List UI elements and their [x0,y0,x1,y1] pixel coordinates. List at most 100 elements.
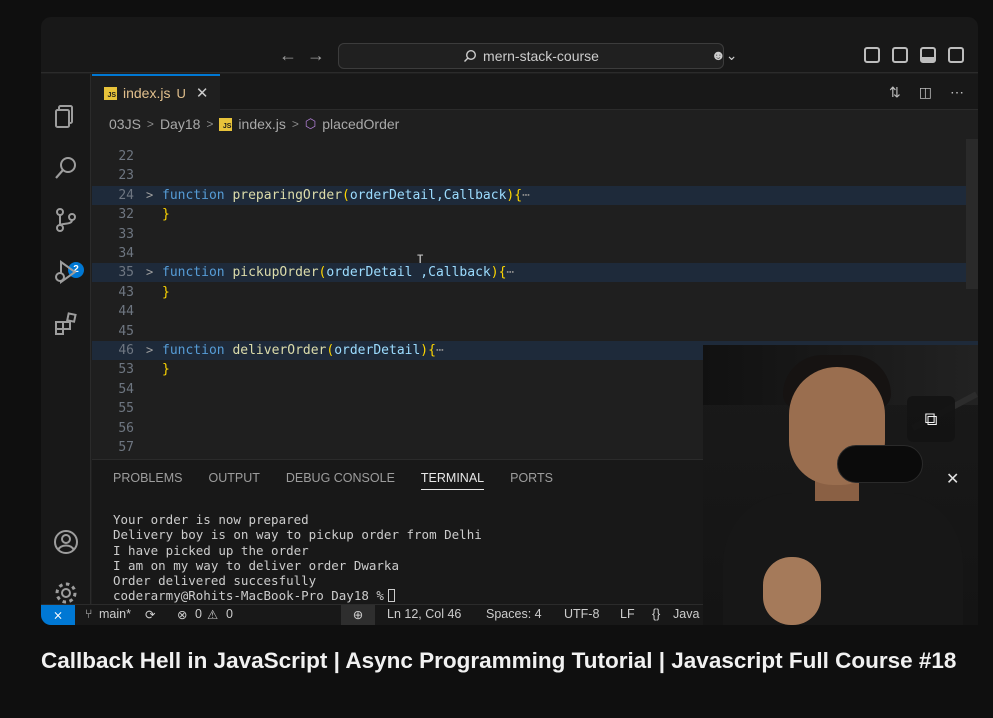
command-center-search[interactable]: mern-stack-course [338,43,724,69]
workspace-name: mern-stack-course [483,48,599,64]
fold-chevron-icon[interactable]: > [146,186,153,205]
code-line[interactable]: 23 [92,166,978,185]
layout-customize-icon[interactable] [864,47,880,63]
close-icon[interactable]: ✕ [196,84,209,102]
terminal-output[interactable]: Your order is now prepared Delivery boy i… [113,512,482,604]
terminal-line: Delivery boy is on way to pickup order f… [113,527,482,543]
code-line[interactable]: 34 [92,244,978,263]
settings-gear-icon[interactable] [53,580,79,606]
git-branch[interactable]: main* [99,607,131,621]
braces-icon: {} [652,607,661,621]
warning-icon: ⚠ [207,608,219,622]
terminal-cursor [387,589,395,603]
chevron-right-icon: > [146,117,154,131]
symbol-method-icon: ⬡ [304,116,317,131]
tab-terminal[interactable]: TERMINAL [420,471,485,490]
source-control-icon[interactable] [53,207,79,233]
tab-index-js[interactable]: JS index.js U ✕ [92,74,220,110]
line-number: 32 [118,207,134,223]
breadcrumb-folder[interactable]: Day18 [160,116,200,132]
code-line[interactable]: 33 [92,225,978,244]
line-number: 33 [118,226,134,242]
code-text: function deliverOrder(orderDetail){⋯ [162,343,444,358]
open-changes-icon[interactable]: ⇅ [889,84,901,101]
chevron-right-icon: > [206,117,214,131]
more-actions-icon[interactable]: ⋯ [950,84,964,101]
language-mode[interactable]: Java [673,607,699,621]
extensions-icon[interactable] [53,311,79,337]
webcam-overlay [703,345,978,625]
copilot-icon[interactable]: ☻⌄ [711,47,737,64]
zoom-icon[interactable]: ⊕ [341,605,375,625]
line-number: 46 [118,343,134,358]
search-icon [464,49,477,62]
run-debug-icon[interactable] [53,259,79,285]
tab-debug-console[interactable]: DEBUG CONSOLE [286,471,395,490]
explorer-icon[interactable] [53,103,79,129]
line-number: 34 [118,246,134,261]
untracked-indicator: U [176,85,186,101]
breadcrumb-file[interactable]: index.js [238,116,285,132]
breadcrumb-symbol[interactable]: placedOrder [322,116,399,132]
code-text: } [162,284,170,300]
fold-chevron-icon[interactable]: > [146,341,153,360]
encoding[interactable]: UTF-8 [564,607,599,621]
code-line[interactable]: 32} [92,205,978,224]
indentation[interactable]: Spaces: 4 [486,607,542,621]
tab-output[interactable]: OUTPUT [208,471,259,490]
chevron-right-icon: > [291,117,299,131]
search-sidebar-icon[interactable] [53,155,79,181]
code-line[interactable]: 45 [92,322,978,341]
code-line[interactable]: 44 [92,302,978,321]
line-number: 57 [118,440,134,455]
code-text: function pickupOrder(orderDetail ,Callba… [162,265,515,281]
line-number: 43 [118,284,134,300]
tab-ports[interactable]: PORTS [510,471,553,490]
video-title[interactable]: Callback Hell in JavaScript | Async Prog… [41,644,971,678]
line-number: 22 [118,149,134,164]
warning-count[interactable]: 0 [226,607,233,621]
fold-chevron-icon[interactable]: > [146,263,153,282]
vscode-titlebar: ← → mern-stack-course ☻⌄ [41,17,978,73]
code-line[interactable]: 24 > function preparingOrder(orderDetail,C… [92,185,978,205]
toggle-panel-icon[interactable] [920,47,936,63]
miniplayer-icon[interactable]: ⧉ [907,396,955,442]
line-number: 54 [118,381,134,397]
tab-label: index.js [123,85,171,101]
terminal-line: Your order is now prepared [113,512,309,527]
back-arrow-icon[interactable]: ← [279,45,297,66]
code-line[interactable]: 22 [92,147,978,166]
terminal-line: Order delivered succesfully [113,573,317,589]
line-number: 45 [118,323,134,339]
line-ending[interactable]: LF [620,607,635,621]
branch-icon: ⑂ [85,607,93,621]
sync-icon[interactable]: ⟳ [145,607,155,622]
presenter-hand [763,557,821,625]
tab-problems[interactable]: PROBLEMS [113,471,182,490]
close-icon[interactable]: ✕ [946,469,959,489]
toggle-secondary-sidebar-icon[interactable] [948,47,964,63]
split-editor-icon[interactable]: ◫ [919,84,932,101]
code-text: } [162,362,170,378]
line-number: 53 [118,362,134,378]
remote-indicator-icon[interactable]: ⨯ [41,605,75,625]
error-icon: ⊗ [177,608,188,622]
presenter-shirt [723,493,963,625]
line-number: 44 [118,304,134,320]
breadcrumb: 03JS > Day18 > JS index.js > ⬡ placedOrd… [109,116,399,132]
accounts-icon[interactable] [53,529,79,555]
code-text: function preparingOrder(orderDetail,Call… [162,187,530,203]
toggle-sidebar-icon[interactable] [892,47,908,63]
line-number: 56 [118,420,134,436]
error-count[interactable]: 0 [195,607,202,621]
editor-scrollbar[interactable] [966,139,978,289]
forward-arrow-icon[interactable]: → [307,45,325,66]
code-line[interactable]: 35 > function pickupOrder(orderDetail ,Cal… [92,263,978,283]
terminal-line: I am on my way to deliver order Dwarka [113,557,399,573]
breadcrumb-folder[interactable]: 03JS [109,116,141,132]
cursor-position[interactable]: Ln 12, Col 46 [387,607,461,621]
terminal-line: coderarmy@Rohits-MacBook-Pro Day18 % [113,588,482,603]
javascript-file-icon: JS [104,86,117,100]
code-line[interactable]: 43} [92,283,978,302]
microphone [837,445,923,483]
